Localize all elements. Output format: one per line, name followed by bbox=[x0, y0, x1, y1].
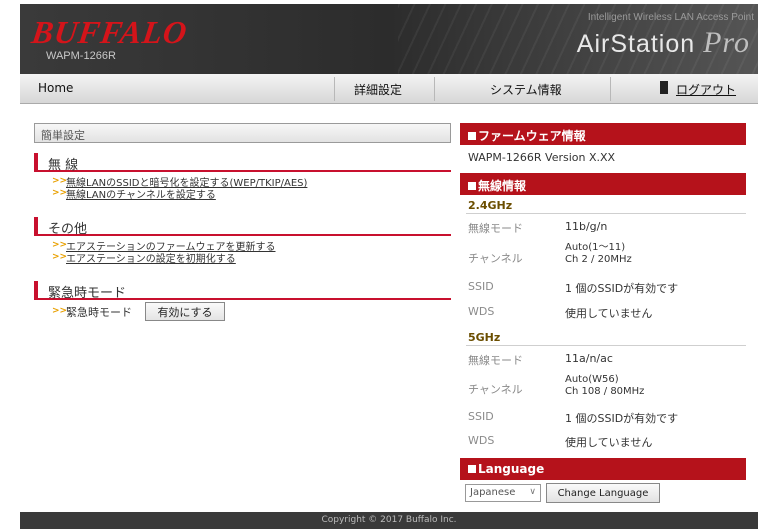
ssid-label-5: SSID bbox=[468, 410, 494, 423]
square-bullet-icon bbox=[468, 465, 476, 473]
nav-divider bbox=[610, 77, 611, 101]
section-title-wireless: 無 線 bbox=[48, 158, 79, 173]
document-icon bbox=[660, 81, 668, 94]
wds-value-24: 使用していません bbox=[565, 307, 653, 320]
section-wireless: 無 線 bbox=[34, 152, 451, 173]
wds-label-24: WDS bbox=[468, 305, 495, 318]
airstation-brand: AirStation Pro bbox=[577, 26, 750, 60]
section-marker bbox=[34, 281, 38, 298]
wireless-info-title: 無線情報 bbox=[478, 179, 527, 193]
wireless-info-header: 無線情報 bbox=[460, 173, 746, 195]
model-name: WAPM-1266R bbox=[46, 50, 116, 62]
nav-divider bbox=[434, 77, 435, 101]
section-other: その他 bbox=[34, 216, 451, 237]
quick-settings-header: 簡単設定 bbox=[34, 123, 451, 143]
section-marker bbox=[34, 217, 38, 234]
language-header: Language bbox=[460, 458, 746, 480]
chevron-down-icon: ∨ bbox=[529, 487, 536, 497]
wds-value-5: 使用していません bbox=[565, 436, 653, 449]
brand-main: AirStation bbox=[576, 30, 696, 58]
section-title-other: その他 bbox=[48, 222, 88, 237]
arrow-icon: >> bbox=[52, 188, 68, 198]
channel-value-24-ch: Ch 2 / 20MHz bbox=[565, 254, 632, 265]
wds-label-5: WDS bbox=[468, 434, 495, 447]
emergency-mode-label: 緊急時モード bbox=[66, 306, 132, 319]
buffalo-logo: BUFFALO bbox=[29, 14, 190, 50]
arrow-icon: >> bbox=[52, 240, 68, 250]
arrow-icon: >> bbox=[52, 252, 68, 262]
product-tagline: Intelligent Wireless LAN Access Point bbox=[587, 12, 754, 23]
arrow-icon: >> bbox=[52, 176, 68, 186]
brand-pro: Pro bbox=[703, 26, 750, 59]
channel-label-5: チャンネル bbox=[468, 383, 523, 396]
firmware-version: WAPM-1266R Version X.XX bbox=[468, 151, 616, 164]
channel-value-5-ch: Ch 108 / 80MHz bbox=[565, 386, 645, 397]
firmware-info-header: ファームウェア情報 bbox=[460, 123, 746, 145]
firmware-info-title: ファームウェア情報 bbox=[478, 129, 586, 143]
band-24ghz-label: 2.4GHz bbox=[468, 199, 513, 212]
enable-emergency-button[interactable]: 有効にする bbox=[145, 302, 225, 321]
nav-divider bbox=[334, 77, 335, 101]
ssid-value-5: 1 個のSSIDが有効です bbox=[565, 412, 679, 425]
divider bbox=[466, 345, 746, 346]
ssid-label-24: SSID bbox=[468, 280, 494, 293]
language-title: Language bbox=[478, 462, 545, 476]
section-marker bbox=[34, 153, 38, 170]
footer: Copyright © 2017 Buffalo Inc. bbox=[20, 512, 758, 529]
arrow-icon: >> bbox=[52, 306, 68, 316]
main-nav: Home 詳細設定 システム情報 ログアウト bbox=[20, 74, 758, 104]
top-header: BUFFALO WAPM-1266R Intelligent Wireless … bbox=[20, 4, 758, 74]
nav-home[interactable]: Home bbox=[38, 81, 73, 95]
change-language-button[interactable]: Change Language bbox=[546, 483, 660, 503]
section-emergency: 緊急時モード bbox=[34, 280, 451, 301]
square-bullet-icon bbox=[468, 132, 476, 140]
language-selected: Japanese bbox=[470, 487, 516, 498]
section-title-emergency: 緊急時モード bbox=[48, 286, 127, 301]
mode-label-5: 無線モード bbox=[468, 354, 523, 367]
mode-value-24: 11b/g/n bbox=[565, 220, 608, 233]
mode-label-24: 無線モード bbox=[468, 222, 523, 235]
mode-value-5: 11a/n/ac bbox=[565, 352, 613, 365]
channel-value-24-auto: Auto(1〜11) bbox=[565, 242, 626, 253]
nav-advanced-settings[interactable]: 詳細設定 bbox=[354, 81, 402, 98]
copyright-text: Copyright © 2017 Buffalo Inc. bbox=[321, 515, 457, 525]
link-wireless-channel[interactable]: 無線LANのチャンネルを設定する bbox=[66, 186, 216, 201]
nav-system-info[interactable]: システム情報 bbox=[490, 81, 562, 98]
channel-label-24: チャンネル bbox=[468, 252, 523, 265]
link-factory-reset[interactable]: エアステーションの設定を初期化する bbox=[66, 250, 236, 265]
language-select[interactable]: Japanese ∨ bbox=[465, 484, 541, 502]
nav-logout[interactable]: ログアウト bbox=[676, 81, 736, 98]
ssid-value-24: 1 個のSSIDが有効です bbox=[565, 282, 679, 295]
band-5ghz-label: 5GHz bbox=[468, 331, 501, 344]
square-bullet-icon bbox=[468, 182, 476, 190]
channel-value-5-auto: Auto(W56) bbox=[565, 374, 619, 385]
divider bbox=[466, 213, 746, 214]
